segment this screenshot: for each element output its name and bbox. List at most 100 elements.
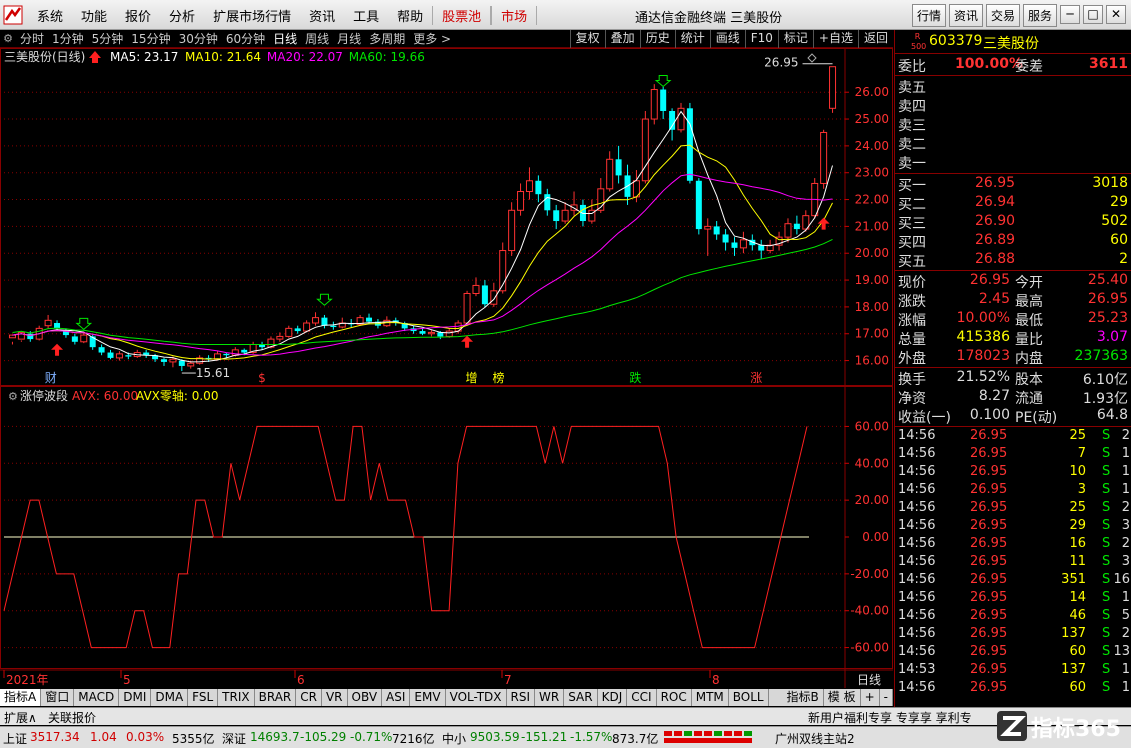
indicator-tab-16[interactable]: SAR <box>564 689 598 706</box>
minimize-button[interactable]: ─ <box>1060 5 1080 24</box>
promo-links[interactable]: 新用户福利专享 专享享 享利专 <box>808 709 972 726</box>
nav-button-3[interactable]: 服务 <box>1022 4 1057 27</box>
indicator-tick-label: -40.00 <box>850 604 889 618</box>
menu-item-2[interactable]: 报价 <box>116 6 160 25</box>
indicator-right-tab-3[interactable]: - <box>880 689 893 706</box>
tool-button-3[interactable]: 统计 <box>674 30 710 48</box>
close-button[interactable]: ✕ <box>1106 5 1126 24</box>
extend-toggle[interactable]: 扩展∧ <box>4 709 37 726</box>
stat-label: 现价 <box>898 275 926 291</box>
tick-count: 2 <box>1121 428 1130 443</box>
tick-count: 2 <box>1121 626 1130 641</box>
tool-button-5[interactable]: F10 <box>744 30 778 48</box>
tick-volume: 29 <box>1069 518 1086 533</box>
tool-button-2[interactable]: 历史 <box>639 30 675 48</box>
nav-button-1[interactable]: 资讯 <box>948 4 983 27</box>
chart-tools: 复权 叠加 历史 统计 画线 F10 标记 +自选 返回 <box>569 30 893 48</box>
nav-button-0[interactable]: 行情 <box>911 4 946 27</box>
candle-body <box>445 330 453 337</box>
tool-button-8[interactable]: 返回 <box>857 30 893 48</box>
indicator-tab-10[interactable]: OBV <box>348 689 383 706</box>
indicator-tab-19[interactable]: ROC <box>657 689 692 706</box>
menu-item-7[interactable]: 帮助 <box>388 6 432 25</box>
stat-row: 总量 415386 量比 3.07 <box>895 329 1131 348</box>
tool-button-1[interactable]: 叠加 <box>604 30 640 48</box>
server-name[interactable]: 广州双线主站2 <box>775 730 855 747</box>
menu-item-8[interactable]: 股票池 <box>432 5 492 25</box>
gear-icon[interactable]: ⚙ <box>0 32 16 45</box>
sell-row: 卖一 <box>895 153 1131 172</box>
period-tab-7[interactable]: 周线 <box>301 30 333 47</box>
indicator-tab-15[interactable]: WR <box>535 689 565 706</box>
period-tab-5[interactable]: 60分钟 <box>222 30 269 47</box>
indicator-tab-6[interactable]: TRIX <box>218 689 255 706</box>
tick-price: 26.95 <box>970 446 1008 461</box>
indicator-tab-5[interactable]: FSL <box>188 689 219 706</box>
candle-body <box>71 336 78 342</box>
sz-index-price: 14693.7 <box>250 730 300 744</box>
period-tab-2[interactable]: 5分钟 <box>88 30 128 47</box>
indicator-tab-18[interactable]: CCI <box>627 689 657 706</box>
stock-name[interactable]: 三美股份 <box>983 33 1039 53</box>
indicator-right-tab-2[interactable]: + <box>861 689 880 706</box>
kline-chart[interactable]: 26.00 25.00 24.00 23.00 22.00 21.00 20.00 19.00… <box>0 48 893 688</box>
period-tab-6[interactable]: 日线 <box>269 30 301 47</box>
period-tab-0[interactable]: 分时 <box>16 30 48 47</box>
indicator-right-tab-0[interactable]: 指标B <box>783 689 824 706</box>
indicator-tab-17[interactable]: KDJ <box>598 689 628 706</box>
period-tab-8[interactable]: 月线 <box>333 30 365 47</box>
chart-area[interactable]: 26.00 25.00 24.00 23.00 22.00 21.00 20.00 19.00… <box>0 48 893 688</box>
tick-volume: 16 <box>1069 536 1086 551</box>
tool-button-6[interactable]: 标记 <box>777 30 813 48</box>
indicator-tab-14[interactable]: RSI <box>507 689 536 706</box>
tool-button-0[interactable]: 复权 <box>569 30 605 48</box>
indicator-tab-20[interactable]: MTM <box>692 689 729 706</box>
stat-value: 2.45 <box>978 291 1010 307</box>
tick-row: 14:56 26.95 16 S 2 <box>895 536 1131 554</box>
tick-price: 26.95 <box>970 482 1008 497</box>
stock-code[interactable]: 603379 <box>929 33 982 49</box>
period-tab-10[interactable]: 更多 > <box>409 30 455 47</box>
period-tab-3[interactable]: 15分钟 <box>127 30 174 47</box>
tool-button-7[interactable]: +自选 <box>812 30 858 48</box>
ma-legend-1: MA10: 21.64 <box>185 50 261 64</box>
indicator-tab-0[interactable]: 指标A <box>0 689 42 706</box>
indicator-tab-8[interactable]: CR <box>296 689 322 706</box>
menu-item-6[interactable]: 工具 <box>344 6 388 25</box>
green-down-arrow-icon <box>654 75 672 88</box>
indicator-tab-13[interactable]: VOL-TDX <box>446 689 507 706</box>
candle-body <box>669 110 676 130</box>
price-tick-label: 18.00 <box>855 300 889 314</box>
related-quotes-button[interactable]: 关联报价 <box>48 709 96 726</box>
tick-time: 14:56 <box>898 590 936 605</box>
menu-item-1[interactable]: 功能 <box>72 6 116 25</box>
menu-item-9[interactable]: 市场 <box>491 5 538 25</box>
indicator-tab-9[interactable]: VR <box>322 689 348 706</box>
event-marker-5: 涨 <box>750 370 762 385</box>
menu-item-4[interactable]: 扩展市场行情 <box>204 6 300 25</box>
period-tab-9[interactable]: 多周期 <box>365 30 409 47</box>
indicator-tab-2[interactable]: MACD <box>74 689 120 706</box>
menu-item-0[interactable]: 系统 <box>28 6 72 25</box>
indicator-right-tab-1[interactable]: 模 板 <box>824 689 861 706</box>
indicator-tab-3[interactable]: DMI <box>119 689 152 706</box>
menu-item-3[interactable]: 分析 <box>160 6 204 25</box>
indicator-tab-11[interactable]: ASI <box>382 689 411 706</box>
indicator-tab-7[interactable]: BRAR <box>255 689 297 706</box>
tool-button-4[interactable]: 画线 <box>709 30 745 48</box>
tick-count: 2 <box>1121 536 1130 551</box>
brand-z-icon <box>997 711 1027 741</box>
sh-index-price: 3517.34 <box>30 730 80 744</box>
nav-button-2[interactable]: 交易 <box>985 4 1020 27</box>
menu-item-5[interactable]: 资讯 <box>300 6 344 25</box>
stat2-label-2: 流通 <box>1015 391 1043 407</box>
period-tab-4[interactable]: 30分钟 <box>175 30 222 47</box>
period-tab-1[interactable]: 1分钟 <box>48 30 88 47</box>
indicator-tab-1[interactable]: 窗口 <box>41 689 75 706</box>
stat2-label: 净资 <box>898 391 926 407</box>
indicator-tab-4[interactable]: DMA <box>151 689 189 706</box>
indicator-tab-12[interactable]: EMV <box>410 689 446 706</box>
indicator-tab-21[interactable]: BOLL <box>729 689 769 706</box>
maximize-button[interactable]: □ <box>1083 5 1103 24</box>
stat-row: 涨跌 2.45 最高 26.95 <box>895 291 1131 310</box>
